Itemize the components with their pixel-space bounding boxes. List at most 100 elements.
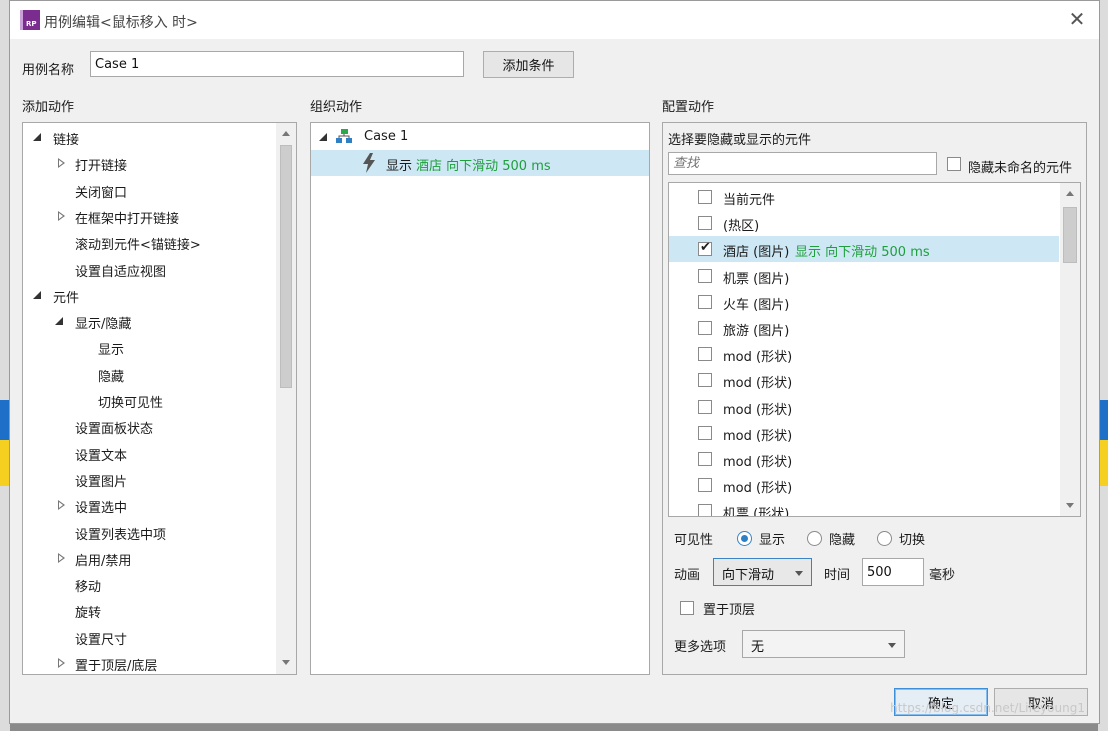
bring-to-front-checkbox[interactable]	[680, 601, 694, 615]
element-list-item[interactable]: 当前元件	[669, 184, 1059, 210]
action-tree-label: 设置选中	[75, 501, 128, 517]
search-input[interactable]	[668, 152, 937, 175]
configure-actions-panel: 选择要隐藏或显示的元件 隐藏未命名的元件 当前元件 (热区) 酒店 (图片) 显示 向…	[662, 122, 1087, 675]
action-tree-label: 旋转	[75, 606, 102, 622]
element-label: (热区)	[723, 219, 760, 235]
element-label: 旅游 (图片)	[723, 324, 790, 339]
case-tree-icon	[336, 129, 352, 143]
element-checkbox[interactable]	[698, 504, 712, 516]
element-list-item[interactable]: mod (形状)	[669, 341, 1059, 367]
action-tree-item[interactable]: 设置列表选中项	[23, 519, 275, 545]
element-checkbox[interactable]	[698, 425, 712, 440]
element-list-item[interactable]: mod (形状)	[669, 472, 1059, 498]
hide-unnamed-checkbox[interactable]	[947, 157, 961, 171]
element-list-item[interactable]: mod (形状)	[669, 446, 1059, 472]
action-tree-item[interactable]: 置于顶层/底层	[23, 650, 275, 674]
action-tree-item[interactable]: 设置面板状态	[23, 413, 275, 439]
action-tree-item[interactable]: 滚动到元件<锚链接>	[23, 229, 275, 255]
collapse-arrow-icon[interactable]	[55, 317, 63, 326]
expand-arrow-icon[interactable]	[58, 158, 66, 169]
action-tree-item[interactable]: 设置尺寸	[23, 624, 275, 650]
element-list-item[interactable]: mod (形状)	[669, 420, 1059, 446]
action-tree-item[interactable]: 移动	[23, 571, 275, 597]
action-tree-label: 启用/禁用	[75, 553, 132, 569]
configure-actions-header: 配置动作	[662, 100, 715, 115]
tree-scrollbar[interactable]	[276, 123, 296, 674]
expand-arrow-icon[interactable]	[58, 658, 66, 669]
visibility-show-radio[interactable]	[737, 531, 752, 546]
element-checkbox[interactable]	[698, 268, 712, 283]
action-tree-item[interactable]: 显示	[23, 334, 275, 360]
scroll-down-arrow-icon[interactable]	[282, 660, 290, 665]
more-options-select[interactable]: 无	[742, 630, 905, 658]
element-list-item[interactable]: 旅游 (图片)	[669, 315, 1059, 341]
visibility-hide-radio[interactable]	[807, 531, 822, 546]
element-list-item[interactable]: (热区)	[669, 210, 1059, 236]
element-checkbox[interactable]	[698, 294, 712, 309]
expand-arrow-icon[interactable]	[58, 210, 66, 222]
animation-select[interactable]: 向下滑动	[713, 558, 812, 586]
action-tree-item[interactable]: 隐藏	[23, 361, 275, 387]
case-name-input[interactable]	[90, 51, 464, 77]
action-tree-label: 隐藏	[98, 369, 125, 385]
action-tree-item[interactable]: 元件	[23, 282, 275, 308]
bring-to-front-label: 置于顶层	[703, 603, 756, 618]
element-checkbox[interactable]	[698, 321, 712, 335]
action-tree-item[interactable]: 设置图片	[23, 466, 275, 492]
element-list-item[interactable]: mod (形状)	[669, 367, 1059, 393]
element-checkbox[interactable]	[698, 399, 712, 414]
action-tree-item[interactable]: 打开链接	[23, 150, 275, 176]
scroll-down-arrow-icon[interactable]	[1066, 503, 1074, 508]
element-checkbox[interactable]	[698, 216, 712, 231]
element-label: mod (形状)	[723, 402, 793, 418]
element-checkbox[interactable]	[698, 347, 712, 362]
visibility-toggle-radio[interactable]	[877, 531, 892, 546]
element-label: mod (形状)	[723, 350, 793, 366]
chevron-down-icon	[795, 571, 803, 576]
action-tree-label: 在框架中打开链接	[75, 211, 180, 227]
action-tree-item[interactable]: 关闭窗口	[23, 177, 275, 203]
element-checkbox[interactable]	[698, 478, 712, 493]
lightning-icon	[363, 153, 375, 173]
tree-scroll-thumb[interactable]	[280, 145, 292, 388]
action-node-show[interactable]: 显示 酒店 向下滑动 500 ms	[311, 150, 649, 176]
element-list-item[interactable]: 火车 (图片)	[669, 289, 1059, 315]
action-tree-item[interactable]: 旋转	[23, 597, 275, 623]
scroll-up-arrow-icon[interactable]	[1066, 191, 1074, 196]
element-list-item[interactable]: 机票 (图片)	[669, 263, 1059, 289]
action-tree-item[interactable]: 切换可见性	[23, 387, 275, 413]
element-list-scroll-thumb[interactable]	[1063, 207, 1077, 263]
action-tree-item[interactable]: 在框架中打开链接	[23, 203, 275, 229]
scroll-up-arrow-icon[interactable]	[282, 131, 290, 136]
element-checkbox[interactable]	[698, 373, 712, 388]
time-input[interactable]	[862, 558, 924, 586]
collapse-arrow-icon[interactable]	[33, 133, 41, 141]
element-checkbox[interactable]	[698, 452, 712, 466]
action-tree-item[interactable]: 设置文本	[23, 440, 275, 466]
add-condition-button[interactable]: 添加条件	[483, 51, 574, 78]
action-tree-label: 设置文本	[75, 448, 128, 464]
close-icon[interactable]: ✕	[1067, 9, 1087, 29]
element-checkbox[interactable]	[698, 190, 712, 204]
action-tree-label: 设置图片	[75, 474, 128, 490]
element-list-scrollbar[interactable]	[1060, 183, 1080, 516]
action-tree-item[interactable]: 设置自适应视图	[23, 256, 275, 282]
collapse-arrow-icon[interactable]	[33, 290, 41, 299]
action-tree-item[interactable]: 设置选中	[23, 492, 275, 518]
action-tree-label: 显示/隐藏	[75, 317, 132, 333]
element-checkbox[interactable]	[698, 240, 712, 257]
collapse-arrow-icon[interactable]	[319, 133, 327, 141]
action-tree-item[interactable]: 启用/禁用	[23, 545, 275, 571]
element-list-item[interactable]: 机票 (形状)	[669, 498, 1059, 516]
expand-arrow-icon[interactable]	[58, 500, 66, 511]
visibility-show-label: 显示	[759, 533, 786, 548]
element-list-item[interactable]: mod (形状)	[669, 394, 1059, 420]
case-node[interactable]: Case 1	[311, 124, 649, 150]
hide-unnamed-label: 隐藏未命名的元件	[968, 161, 1073, 176]
expand-arrow-icon[interactable]	[58, 552, 66, 564]
action-tree-item[interactable]: 显示/隐藏	[23, 308, 275, 334]
element-list-item[interactable]: 酒店 (图片) 显示 向下滑动 500 ms	[669, 236, 1059, 263]
element-list: 当前元件 (热区) 酒店 (图片) 显示 向下滑动 500 ms 机票 (图片) 火车 (…	[668, 182, 1081, 517]
action-tree-item[interactable]: 链接	[23, 124, 275, 150]
add-actions-header: 添加动作	[22, 100, 75, 115]
